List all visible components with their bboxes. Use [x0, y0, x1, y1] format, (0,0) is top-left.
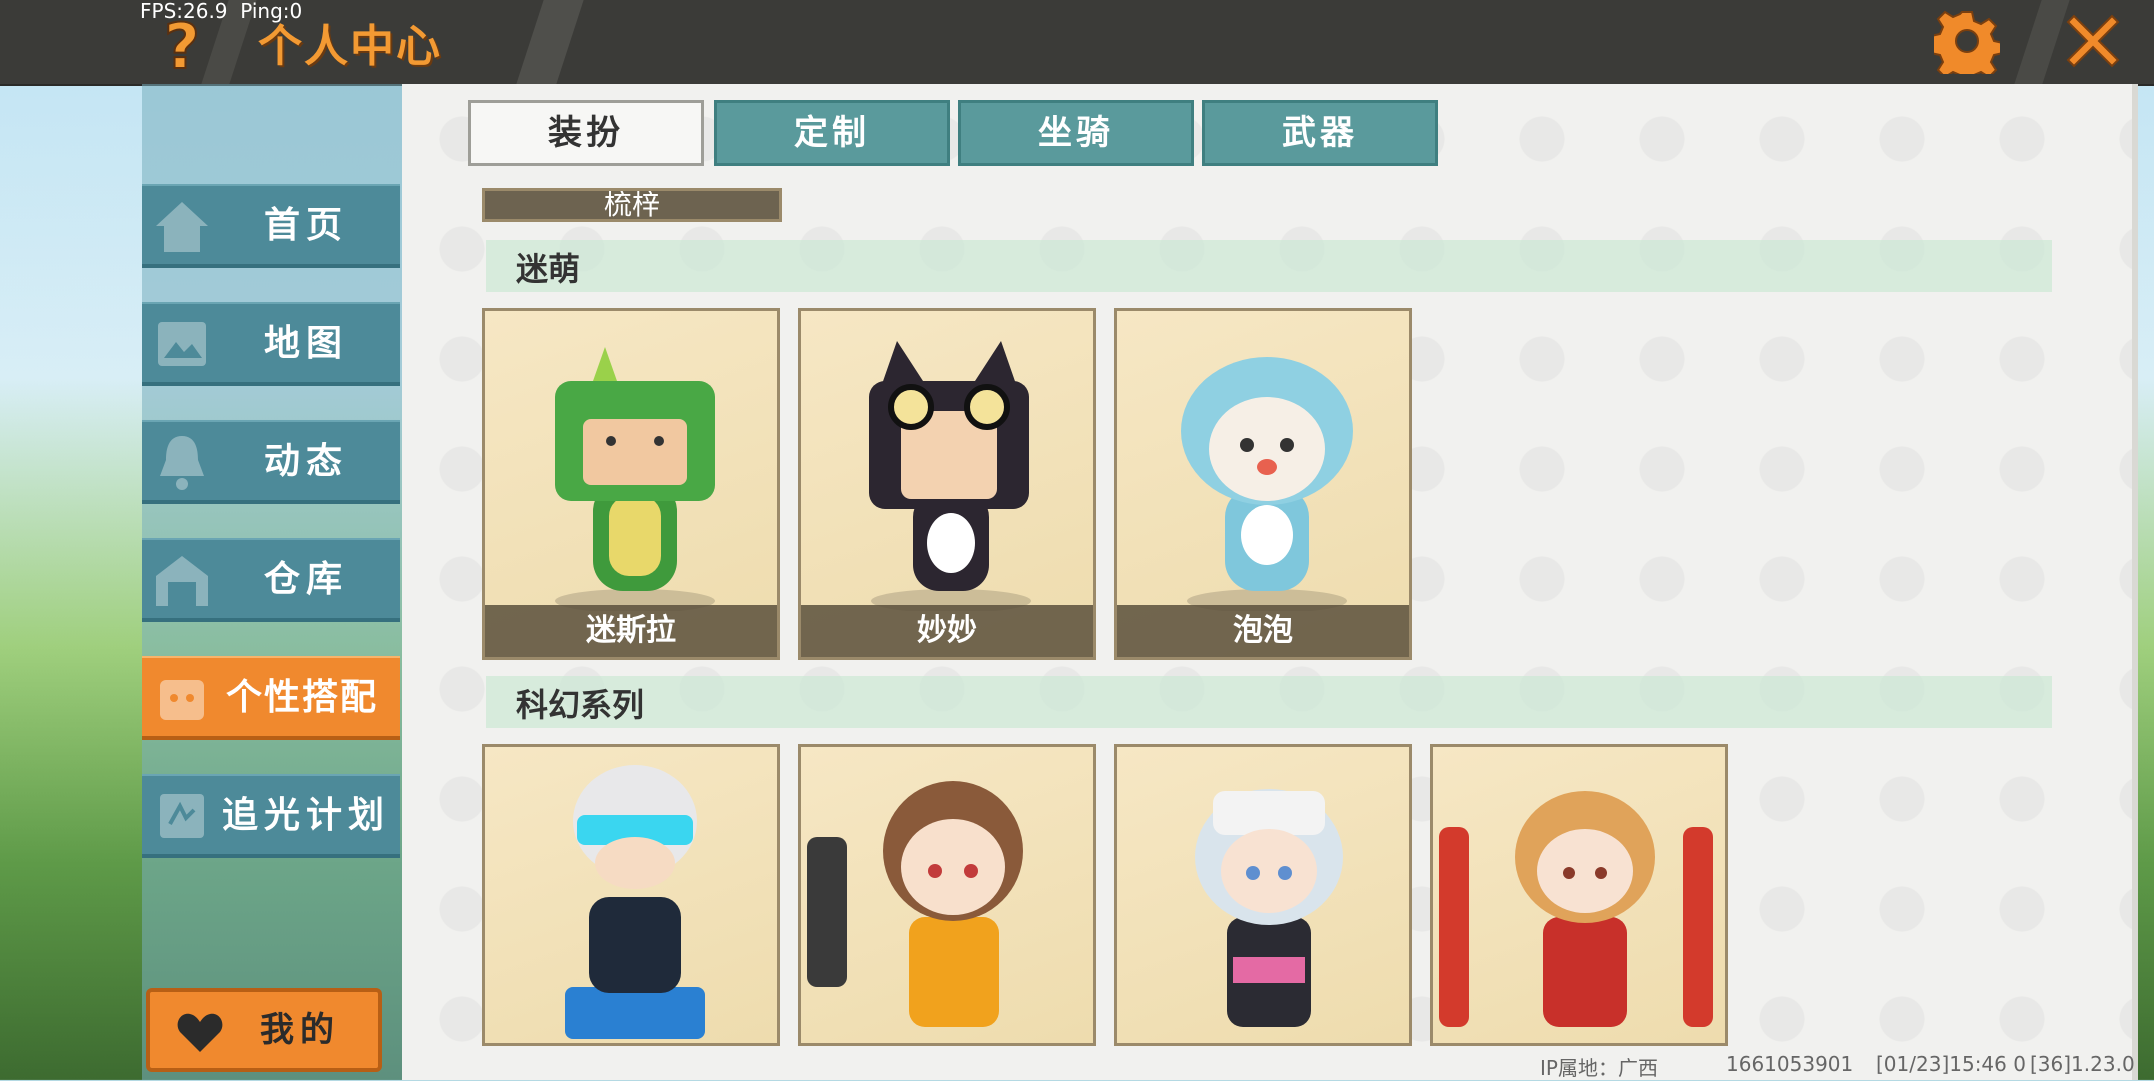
outfit-card[interactable]: 妙妙: [798, 308, 1096, 660]
outfit-card[interactable]: [798, 744, 1096, 1046]
outfit-card-name: 迷斯拉: [485, 605, 777, 657]
sidebar-item-light-plan[interactable]: 追光计划: [142, 774, 400, 858]
cat-character-icon: [869, 341, 1031, 611]
page-title: 个人中心: [258, 21, 442, 72]
mecha-character-icon: [1439, 791, 1713, 1027]
tab-custom[interactable]: 定制: [714, 100, 950, 166]
close-x-icon[interactable]: [2060, 8, 2126, 74]
sidebar-item-map[interactable]: 地图: [142, 302, 400, 386]
sidebar-item-label: 仓库: [263, 559, 348, 600]
brown-hair-character-icon: [807, 781, 1023, 1027]
light-plan-icon: [160, 794, 204, 838]
home-icon: [156, 202, 208, 252]
map-icon: [158, 322, 206, 366]
silver-hair-character-icon: [1195, 789, 1343, 1027]
sidebar-item-outfit[interactable]: 个性搭配: [142, 656, 400, 740]
dolphin-character-icon: [1181, 357, 1353, 611]
timestamp: [01/23]15:46 0: [1876, 1052, 2026, 1076]
sidebar-item-home[interactable]: 首页: [142, 184, 400, 268]
version: [36]1.23.0: [2030, 1052, 2135, 1076]
user-id: 1661053901: [1726, 1052, 1854, 1076]
partial-card-label: 梳梓: [603, 188, 660, 221]
sidebar-item-label: 首页: [263, 205, 348, 246]
question-mark-icon[interactable]: ?: [156, 12, 208, 76]
outfit-card[interactable]: [1114, 744, 1412, 1046]
partial-card[interactable]: 梳梓: [482, 188, 782, 222]
tab-dress-up[interactable]: 装扮: [468, 100, 704, 166]
outfit-card[interactable]: [1430, 744, 1728, 1046]
outfit-card-name: 泡泡: [1117, 605, 1409, 657]
bell-icon: [160, 436, 204, 490]
sidebar-item-label: 动态: [263, 441, 348, 482]
sidebar-item-label: 个性搭配: [225, 677, 378, 718]
tab-weapon[interactable]: 武器: [1202, 100, 1438, 166]
section-band: [486, 240, 2052, 292]
outfit-card[interactable]: 迷斯拉: [482, 308, 780, 660]
heart-icon: [177, 1013, 223, 1052]
cyber-character-icon: [565, 765, 705, 1039]
mine-button[interactable]: 我的: [146, 988, 382, 1072]
outfit-card[interactable]: [482, 744, 780, 1046]
sidebar-item-label: 追光计划: [221, 795, 390, 836]
tab-mount[interactable]: 坐骑: [958, 100, 1194, 166]
section-title: 迷萌: [516, 250, 581, 288]
section-band: [486, 676, 2052, 728]
warehouse-icon: [156, 556, 208, 606]
outfit-icon: [160, 680, 204, 720]
mine-button-label: 我的: [260, 1010, 340, 1050]
outfit-card[interactable]: 泡泡: [1114, 308, 1412, 660]
sidebar-item-label: 地图: [263, 323, 348, 364]
svg-text:?: ?: [164, 12, 200, 76]
sidebar-item-feed[interactable]: 动态: [142, 420, 400, 504]
section-title: 科幻系列: [516, 686, 645, 724]
dinosaur-character-icon: [555, 347, 715, 611]
ip-location: IP属地：广西: [1540, 1056, 1658, 1080]
header-stripe: [516, 0, 584, 84]
outfit-card-name: 妙妙: [801, 605, 1093, 657]
gear-icon[interactable]: [1934, 8, 2000, 74]
sidebar-item-warehouse[interactable]: 仓库: [142, 538, 400, 622]
